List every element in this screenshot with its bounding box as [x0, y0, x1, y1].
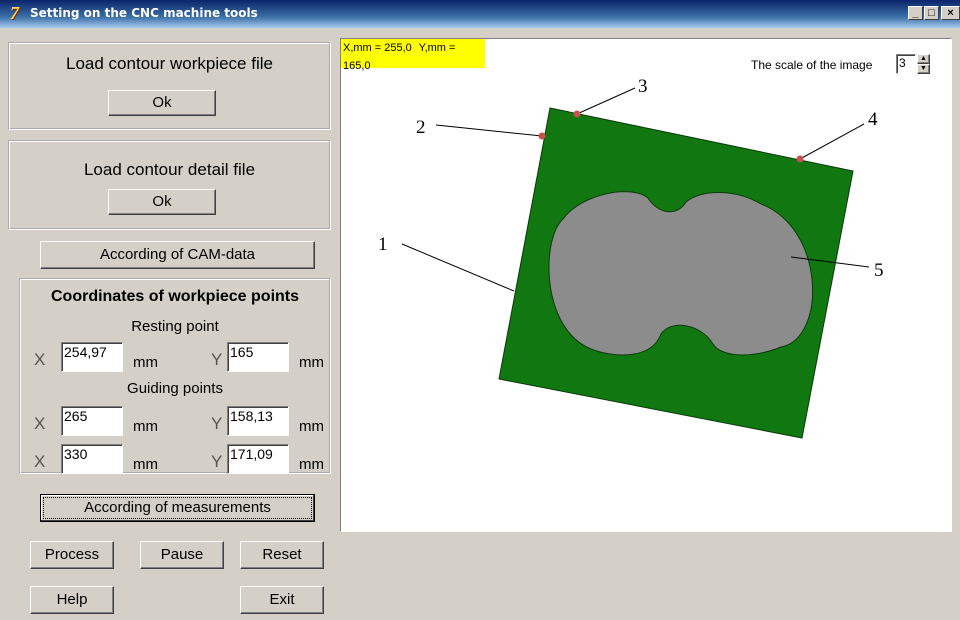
- app-icon: 7: [10, 3, 19, 23]
- resting-point-label: Resting point: [131, 318, 219, 335]
- guiding1-y-axis-label: Y: [211, 414, 223, 433]
- close-button[interactable]: ×: [941, 6, 960, 20]
- exit-button[interactable]: Exit: [240, 586, 324, 614]
- callout-4: 4: [868, 109, 878, 130]
- guiding2-x-unit: mm: [133, 456, 158, 473]
- callout-5: 5: [874, 260, 884, 281]
- guiding1-x-unit: mm: [133, 418, 158, 435]
- title-bar: 7 Setting on the CNC machine tools _ □ ×: [0, 0, 960, 28]
- resting-x-unit: mm: [133, 354, 158, 371]
- contour-drawing: 1 2 3 4 5: [378, 76, 884, 439]
- help-button[interactable]: Help: [30, 586, 114, 614]
- workpiece-title: Load contour workpiece file: [66, 54, 273, 73]
- guiding2-y-unit: mm: [299, 456, 324, 473]
- drawing-canvas[interactable]: X,mm = 255,0 Y,mm = 165,0 The scale of t…: [340, 38, 952, 532]
- load-workpiece-ok-button[interactable]: Ok: [108, 90, 216, 116]
- workpiece-panel: Load contour workpiece file Ok: [8, 42, 331, 130]
- guiding1-y-unit: mm: [299, 418, 324, 435]
- resting-point-marker: [538, 132, 546, 140]
- load-detail-ok-button[interactable]: Ok: [108, 189, 216, 215]
- cam-data-button[interactable]: According of CAM-data: [40, 241, 315, 269]
- callout-3: 3: [638, 76, 648, 97]
- callout-2: 2: [416, 117, 426, 138]
- resting-y-axis-label: Y: [211, 350, 223, 369]
- detail-panel: Load contour detail file Ok: [8, 140, 331, 230]
- guiding2-y-axis-label: Y: [211, 452, 223, 471]
- process-button[interactable]: Process: [30, 541, 114, 569]
- window-title: Setting on the CNC machine tools: [30, 6, 258, 20]
- coordinates-panel: Coordinates of workpiece points Resting …: [19, 278, 331, 474]
- coordinates-title: Coordinates of workpiece points: [50, 288, 300, 305]
- measurements-button[interactable]: According of measurements: [40, 494, 315, 522]
- guiding-point-1-marker: [573, 110, 581, 118]
- guiding2-y-field[interactable]: 171,09: [227, 444, 289, 474]
- guiding1-x-axis-label: X: [34, 414, 46, 433]
- resting-x-axis-label: X: [34, 350, 46, 369]
- callout-1: 1: [378, 234, 388, 255]
- resting-x-field[interactable]: 254,97: [61, 342, 123, 372]
- guiding1-y-field[interactable]: 158,13: [227, 406, 289, 436]
- guiding2-x-field[interactable]: 330: [61, 444, 123, 474]
- detail-title: Load contour detail file: [83, 160, 256, 179]
- guiding1-x-field[interactable]: 265: [61, 406, 123, 436]
- resting-y-unit: mm: [299, 354, 324, 371]
- maximize-button[interactable]: □: [924, 6, 939, 20]
- resting-y-field[interactable]: 165: [227, 342, 289, 372]
- guiding-point-2-marker: [796, 155, 804, 163]
- reset-button[interactable]: Reset: [240, 541, 324, 569]
- minimize-button[interactable]: _: [908, 6, 923, 20]
- guiding2-x-axis-label: X: [34, 452, 46, 471]
- guiding-points-label: Guiding points: [127, 380, 223, 397]
- pause-button[interactable]: Pause: [140, 541, 224, 569]
